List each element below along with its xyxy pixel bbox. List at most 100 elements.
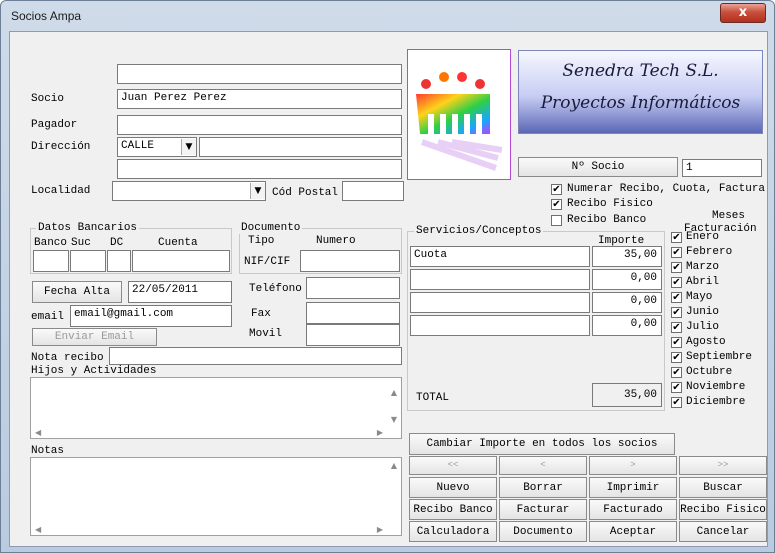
borrar-button[interactable]: Borrar: [499, 477, 587, 498]
dc-field[interactable]: [107, 250, 131, 272]
num-socio-button[interactable]: Nº Socio: [518, 157, 678, 177]
recibo-fisico-button[interactable]: Recibo Fisico: [679, 499, 767, 520]
num-socio-field[interactable]: 1: [682, 159, 762, 177]
telefono-field[interactable]: [306, 277, 400, 299]
banco-label: Banco: [34, 237, 68, 249]
cod-postal-label: Cód Postal: [272, 187, 339, 199]
movil-field[interactable]: [306, 324, 400, 346]
servicio-concepto-field[interactable]: [410, 269, 590, 290]
servicio-importe-field[interactable]: 0,00: [592, 315, 662, 336]
servicio-concepto-field[interactable]: Cuota: [410, 246, 590, 267]
mes-label: Julio: [686, 321, 720, 333]
scroll-up-icon[interactable]: ▲: [391, 461, 397, 470]
cuenta-field[interactable]: [132, 250, 230, 272]
chevron-down-icon[interactable]: ▼: [181, 139, 196, 155]
servicio-concepto-field[interactable]: [410, 315, 590, 336]
numerar-checkbox[interactable]: ✔: [551, 184, 562, 195]
suc-field[interactable]: [70, 250, 106, 272]
scroll-left-icon[interactable]: ◀: [35, 525, 41, 534]
fax-label: Fax: [251, 308, 271, 320]
fecha-alta-button[interactable]: Fecha Alta: [32, 281, 122, 303]
calculadora-button[interactable]: Calculadora: [409, 521, 497, 542]
notas-textarea[interactable]: ▲ ◀ ▶: [30, 457, 402, 536]
mes-label: Junio: [686, 306, 720, 318]
mes-checkbox[interactable]: ✔: [671, 247, 682, 258]
people-logo-icon: [407, 49, 511, 180]
recibo-banco-checkbox[interactable]: [551, 215, 562, 226]
mes-checkbox[interactable]: ✔: [671, 232, 682, 243]
mes-checkbox[interactable]: ✔: [671, 292, 682, 303]
aceptar-button[interactable]: Aceptar: [589, 521, 677, 542]
documento-button[interactable]: Documento: [499, 521, 587, 542]
hijos-label: Hijos y Actividades: [31, 365, 157, 377]
mes-checkbox[interactable]: ✔: [671, 367, 682, 378]
nuevo-button[interactable]: Nuevo: [409, 477, 497, 498]
pagador-label: Pagador: [31, 119, 78, 131]
documento-title: Documento: [239, 222, 303, 234]
enviar-email-button[interactable]: Enviar Email: [32, 328, 157, 346]
cod-postal-field[interactable]: [342, 181, 404, 201]
prev-record-button[interactable]: <: [499, 456, 587, 475]
mes-checkbox[interactable]: ✔: [671, 382, 682, 393]
localidad-select[interactable]: ▼: [112, 181, 266, 201]
mes-label: Marzo: [686, 261, 720, 273]
facturado-button[interactable]: Facturado: [589, 499, 677, 520]
imprimir-button[interactable]: Imprimir: [589, 477, 677, 498]
fecha-alta-field[interactable]: 22/05/2011: [128, 281, 232, 303]
recibo-banco-label: Recibo Banco: [567, 214, 647, 226]
scroll-up-icon[interactable]: ▲: [391, 388, 397, 397]
hijos-textarea[interactable]: ▲ ▼ ◀ ▶: [30, 377, 402, 439]
via-select[interactable]: CALLE ▼: [117, 137, 197, 157]
dc-label: DC: [110, 237, 124, 249]
email-field[interactable]: email@gmail.com: [70, 305, 232, 327]
fax-field[interactable]: [306, 302, 400, 324]
chevron-down-icon[interactable]: ▼: [250, 183, 265, 199]
telefono-label: Teléfono: [249, 283, 302, 295]
mes-checkbox[interactable]: ✔: [671, 262, 682, 273]
pagador-field[interactable]: [117, 115, 402, 135]
cancelar-button[interactable]: Cancelar: [679, 521, 767, 542]
close-button[interactable]: x: [720, 3, 766, 23]
buscar-button[interactable]: Buscar: [679, 477, 767, 498]
mes-checkbox[interactable]: ✔: [671, 307, 682, 318]
documento-numero-field[interactable]: [300, 250, 400, 272]
via-value: CALLE: [121, 140, 155, 152]
mes-label: Septiembre: [686, 351, 753, 363]
movil-label: Movil: [249, 328, 283, 340]
mes-label: Mayo: [686, 291, 713, 303]
mes-checkbox[interactable]: ✔: [671, 277, 682, 288]
nif-cif-label: NIF/CIF: [244, 256, 291, 268]
scroll-right-icon[interactable]: ▶: [377, 525, 383, 534]
servicio-importe-field[interactable]: 0,00: [592, 269, 662, 290]
first-record-button[interactable]: <<: [409, 456, 497, 475]
scroll-right-icon[interactable]: ▶: [377, 428, 383, 437]
socio-label: Socio: [31, 93, 65, 105]
mes-checkbox[interactable]: ✔: [671, 337, 682, 348]
scroll-down-icon[interactable]: ▼: [391, 415, 397, 424]
recibo-fisico-checkbox[interactable]: ✔: [551, 199, 562, 210]
notas-label: Notas: [31, 445, 65, 457]
mes-checkbox[interactable]: ✔: [671, 322, 682, 333]
nota-recibo-field[interactable]: [109, 347, 402, 365]
app-window: Socios Ampa x Socio Juan Perez Perez Pag…: [0, 0, 775, 553]
direccion-field[interactable]: [199, 137, 402, 157]
scroll-left-icon[interactable]: ◀: [35, 428, 41, 437]
mes-checkbox[interactable]: ✔: [671, 352, 682, 363]
servicio-concepto-field[interactable]: [410, 292, 590, 313]
socio-field[interactable]: Juan Perez Perez: [117, 89, 402, 109]
servicio-importe-field[interactable]: 35,00: [592, 246, 662, 267]
last-record-button[interactable]: >>: [679, 456, 767, 475]
next-record-button[interactable]: >: [589, 456, 677, 475]
top-blank-field[interactable]: [117, 64, 402, 84]
total-field: 35,00: [592, 383, 662, 407]
email-label: email: [31, 311, 65, 323]
recibo-banco-button[interactable]: Recibo Banco: [409, 499, 497, 520]
mes-label: Febrero: [686, 246, 733, 258]
mes-checkbox[interactable]: ✔: [671, 397, 682, 408]
direccion2-field[interactable]: [117, 159, 402, 179]
facturar-button[interactable]: Facturar: [499, 499, 587, 520]
servicio-importe-field[interactable]: 0,00: [592, 292, 662, 313]
banco-field[interactable]: [33, 250, 69, 272]
cambiar-importe-button[interactable]: Cambiar Importe en todos los socios: [409, 433, 675, 455]
mes-label: Abril: [686, 276, 720, 288]
